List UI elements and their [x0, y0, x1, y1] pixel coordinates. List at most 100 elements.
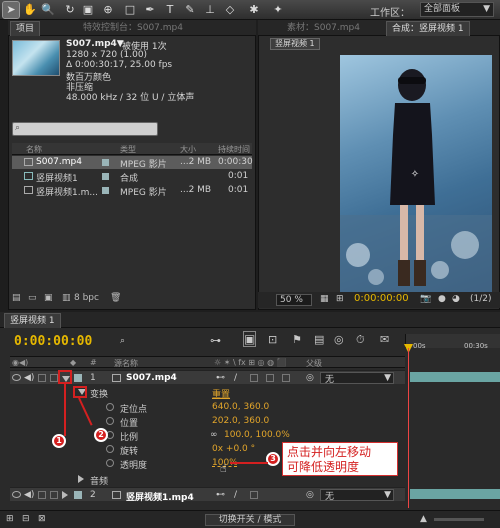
col-size[interactable]: 大小 — [180, 144, 196, 155]
toggle-switches-modes-button[interactable]: 切换开关 / 模式 — [205, 514, 295, 526]
hide-shy-icon[interactable]: ⚑ — [292, 333, 302, 346]
zoom-tool-icon[interactable]: 🔍 — [40, 2, 56, 18]
composition-viewer[interactable]: ✧ — [340, 55, 492, 292]
stopwatch-icon[interactable] — [106, 403, 114, 411]
col-name[interactable]: 名称 — [26, 144, 42, 155]
show-snapshot-icon[interactable]: ● — [438, 294, 446, 304]
audio-icon[interactable]: ◀) — [24, 373, 34, 383]
quality-switch[interactable] — [250, 491, 258, 499]
label-color-swatch[interactable] — [102, 159, 109, 166]
constrain-proportions-icon[interactable]: ∞ — [210, 430, 218, 440]
eraser-tool-icon[interactable]: ◇ — [222, 2, 238, 18]
transform-group-row[interactable]: 变换 重置 — [10, 385, 405, 400]
brainstorm-icon[interactable]: ✉ — [380, 333, 389, 346]
3d-switch[interactable] — [282, 374, 290, 382]
camera-tool-icon[interactable]: ▣ — [80, 2, 96, 18]
time-ruler[interactable]: 00s 00:30s — [405, 334, 500, 350]
parent-select[interactable]: 无 ▼ — [320, 489, 394, 502]
project-item-row[interactable]: 竖屏视频1.m... MPEG 影片 ...2 MB 0:01 — [12, 184, 252, 198]
frame-blend-icon[interactable]: ▤ — [314, 333, 324, 346]
parent-pickwhip-icon[interactable]: ◎ — [306, 490, 314, 500]
zoom-slider[interactable] — [434, 518, 484, 521]
comp-mini-flowchart-icon[interactable]: ⊶ — [210, 334, 221, 347]
project-item-row[interactable]: S007.mp4 MPEG 影片 ...2 MB 0:00:30 — [12, 156, 253, 170]
bpc-label[interactable]: 8 bpc — [74, 293, 99, 303]
adjustment-switch[interactable] — [266, 374, 274, 382]
graph-editor-icon[interactable]: ⏱ — [356, 333, 365, 347]
selection-tool-icon[interactable]: ➤ — [2, 1, 20, 19]
layer-name[interactable]: 竖屏视频1.mp4 — [126, 490, 194, 503]
visibility-eye-icon[interactable] — [12, 491, 21, 498]
lock-toggle[interactable] — [50, 491, 58, 499]
delete-icon[interactable]: 🗑 — [110, 293, 121, 303]
solo-toggle[interactable] — [38, 374, 46, 382]
hand-tool-icon[interactable]: ✋ — [22, 2, 38, 18]
stopwatch-icon[interactable] — [106, 445, 114, 453]
property-value[interactable]: 100.0, 100.0% — [224, 430, 290, 440]
new-composition-icon[interactable]: ▣ — [44, 293, 53, 303]
grid-icon[interactable]: ⊞ — [336, 294, 344, 304]
motion-blur-icon[interactable]: ◎ — [334, 333, 344, 346]
reset-link[interactable]: 重置 — [212, 387, 230, 400]
brush-tool-icon[interactable]: ✎ — [182, 2, 198, 18]
item-title[interactable]: S007.mp4▼ — [66, 39, 124, 49]
visibility-eye-icon[interactable] — [12, 374, 21, 381]
snapshot-icon[interactable]: 📷 — [420, 294, 431, 304]
stopwatch-icon[interactable] — [106, 459, 114, 467]
label-color-swatch[interactable] — [74, 491, 82, 499]
roto-brush-icon[interactable]: ✱ — [246, 2, 262, 18]
live-update-icon[interactable]: ▣ — [242, 331, 257, 347]
puppet-tool-icon[interactable]: ✦ — [270, 2, 286, 18]
project-item-row[interactable]: 竖屏视频1 合成 0:01 — [12, 170, 252, 184]
property-value[interactable]: 0x +0.0 ° — [212, 444, 255, 454]
expand-panes-icon[interactable]: ⊞ — [6, 514, 14, 524]
expand-audio-arrow[interactable] — [78, 475, 84, 483]
col-type[interactable]: 类型 — [120, 144, 136, 155]
interpret-footage-icon[interactable]: ▤ — [12, 293, 21, 303]
label-color-swatch[interactable] — [102, 173, 109, 180]
label-color-swatch[interactable] — [74, 374, 82, 382]
solo-toggle[interactable] — [38, 491, 46, 499]
label-color-swatch[interactable] — [102, 187, 109, 194]
layer-duration-bar[interactable] — [410, 489, 500, 499]
stopwatch-icon[interactable] — [106, 417, 114, 425]
tab-project[interactable]: 项目 — [10, 21, 41, 36]
parent-select[interactable]: 无 ▼ — [320, 372, 394, 385]
rotate-tool-icon[interactable]: ↻ — [62, 2, 78, 18]
resolution-value[interactable]: (1/2) — [470, 294, 492, 304]
workspace-select[interactable]: 全部面板 ▼ — [420, 2, 494, 17]
pen-tool-icon[interactable]: ✒ — [142, 2, 158, 18]
tab-effect-controls[interactable]: 特效控制台：S007.mp4 — [78, 21, 188, 36]
layer-row[interactable]: ◀) 2 竖屏视频1.mp4 ⊷ / ◎ 无 ▼ — [10, 487, 405, 503]
rectangle-tool-icon[interactable]: □ — [122, 2, 138, 18]
property-value[interactable]: 202.0, 360.0 — [212, 416, 269, 426]
new-folder-icon[interactable]: ▭ — [28, 293, 37, 303]
color-channel-icon[interactable]: ◕ — [452, 294, 460, 304]
pan-behind-tool-icon[interactable]: ⊕ — [100, 2, 116, 18]
quality-switch[interactable] — [250, 374, 258, 382]
layer-duration-bar[interactable] — [410, 372, 500, 382]
search-icon[interactable]: ⌕ — [120, 336, 125, 346]
shy-switch-icon[interactable]: ⊷ — [216, 373, 225, 383]
clone-tool-icon[interactable]: ⊥ — [202, 2, 218, 18]
lock-toggle[interactable] — [50, 374, 58, 382]
tab-composition[interactable]: 合成：竖屏视频 1 — [386, 21, 470, 36]
layer-name[interactable]: S007.mp4 — [126, 373, 177, 383]
stretch-panes-icon[interactable]: ⊠ — [38, 514, 46, 524]
col-parent[interactable]: 父级 — [306, 358, 322, 369]
zoom-out-icon[interactable]: ▲ — [420, 514, 427, 524]
project-search-input[interactable]: ⌕ — [12, 122, 158, 136]
zoom-select[interactable]: 50 % — [276, 294, 312, 306]
timeline-timecode[interactable]: 0:00:00:00 — [14, 334, 92, 349]
text-tool-icon[interactable]: T — [162, 2, 178, 18]
shy-switch-icon[interactable]: ⊷ — [216, 490, 225, 500]
expand-layer-arrow[interactable] — [62, 491, 68, 499]
tab-timeline[interactable]: 竖屏视频 1 — [4, 313, 61, 328]
draft-3d-icon[interactable]: ⊡ — [268, 333, 277, 346]
viewer-timecode[interactable]: 0:00:00:00 — [354, 293, 409, 304]
composition-chip[interactable]: 竖屏视频 1 — [270, 38, 320, 50]
parent-pickwhip-icon[interactable]: ◎ — [306, 373, 314, 383]
tab-footage[interactable]: 素材：S007.mp4 — [282, 21, 365, 36]
audio-icon[interactable]: ◀) — [24, 490, 34, 500]
safe-zones-icon[interactable]: ▦ — [320, 294, 329, 304]
